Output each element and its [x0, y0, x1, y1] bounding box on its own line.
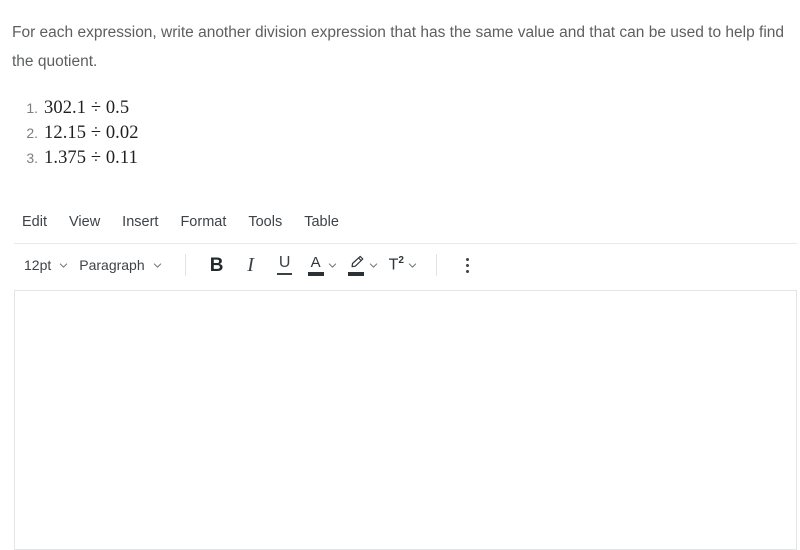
list-item: 3. 1.375 ÷ 0.11 — [0, 146, 800, 171]
question-prompt: For each expression, write another divis… — [0, 0, 800, 76]
text-color-letter: A — [310, 253, 321, 271]
editor-content-area[interactable] — [14, 290, 797, 550]
list-item-marker: 1. — [26, 100, 38, 116]
menu-item-insert[interactable]: Insert — [122, 214, 158, 230]
list-item: 2. 12.15 ÷ 0.02 — [0, 121, 800, 146]
block-format-select[interactable]: Paragraph — [77, 253, 170, 277]
superscript-exponent: 2 — [398, 255, 404, 267]
underline-letter: U — [278, 254, 291, 272]
underline-bar — [277, 273, 293, 275]
list-item-expression: 12.15 ÷ 0.02 — [44, 123, 139, 143]
chevron-down-icon[interactable] — [368, 260, 379, 271]
menu-item-format[interactable]: Format — [180, 214, 226, 230]
italic-button[interactable]: I — [234, 250, 268, 280]
question-prompt-text: For each expression, write another divis… — [12, 24, 785, 70]
bold-button[interactable]: B — [200, 250, 234, 280]
list-item-marker: 3. — [26, 150, 38, 166]
editor-toolbar: 12pt Paragraph B I U A T2 — [0, 244, 800, 286]
kebab-menu-icon — [466, 257, 470, 273]
chevron-down-icon — [58, 260, 69, 271]
list-item-expression: 1.375 ÷ 0.11 — [44, 148, 138, 168]
more-options-button[interactable] — [451, 250, 485, 280]
text-color-button[interactable]: A — [302, 250, 342, 280]
chevron-down-icon — [152, 260, 163, 271]
underline-icon: U — [277, 254, 293, 275]
list-item: 1. 302.1 ÷ 0.5 — [0, 96, 800, 121]
font-size-select[interactable]: 12pt — [22, 253, 77, 277]
chevron-down-icon[interactable] — [327, 260, 338, 271]
highlight-color-swatch — [348, 271, 365, 276]
highlight-color-button[interactable] — [342, 250, 383, 280]
expression-list: 1. 302.1 ÷ 0.5 2. 12.15 ÷ 0.02 3. 1.375 … — [0, 96, 800, 171]
chevron-down-icon[interactable] — [407, 260, 418, 271]
list-item-expression: 302.1 ÷ 0.5 — [44, 98, 130, 118]
highlighter-pen-icon — [348, 255, 365, 276]
text-color-icon: A — [307, 253, 324, 276]
menu-item-edit[interactable]: Edit — [22, 214, 47, 230]
superscript-letter: T — [388, 256, 399, 274]
text-color-swatch — [307, 271, 324, 276]
underline-button[interactable]: U — [268, 250, 302, 280]
italic-icon: I — [247, 254, 254, 276]
menu-item-tools[interactable]: Tools — [248, 214, 282, 230]
rich-text-editor: Edit View Insert Format Tools Table 12pt… — [0, 207, 800, 550]
menu-item-table[interactable]: Table — [304, 214, 339, 230]
superscript-icon: T2 — [389, 256, 404, 273]
superscript-button[interactable]: T2 — [383, 250, 422, 280]
list-item-marker: 2. — [26, 125, 38, 141]
toolbar-separator — [435, 254, 437, 276]
font-size-value: 12pt — [24, 257, 52, 273]
editor-menubar: Edit View Insert Format Tools Table — [0, 207, 800, 237]
menu-item-view[interactable]: View — [69, 214, 100, 230]
block-format-value: Paragraph — [79, 257, 145, 273]
bold-icon: B — [209, 254, 224, 276]
toolbar-separator — [184, 254, 186, 276]
